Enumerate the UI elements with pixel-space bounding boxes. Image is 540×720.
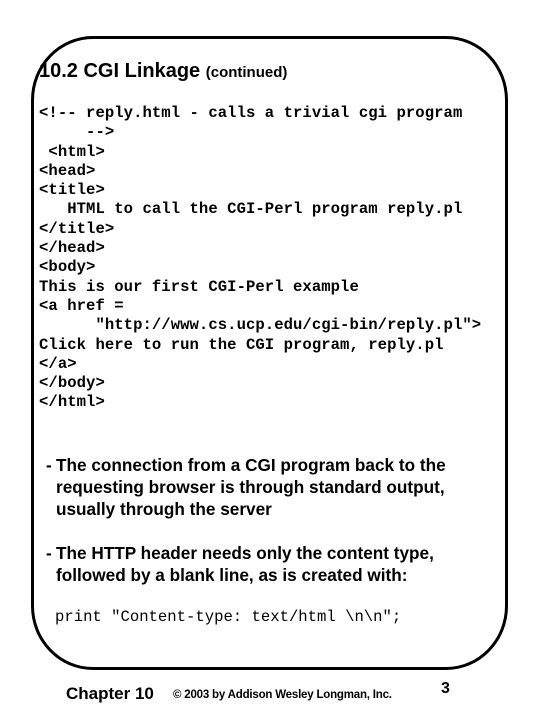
- print-statement-code: print "Content-type: text/html \n\n";: [55, 608, 402, 626]
- code-line: This is our first CGI-Perl example: [39, 277, 359, 296]
- bullet-line: The connection from a CGI program back t…: [56, 455, 446, 475]
- code-listing: <!-- reply.html - calls a trivial cgi pr…: [39, 104, 481, 413]
- bullet-line: requesting browser is through standard o…: [56, 477, 445, 497]
- slide-title-main: 10.2 CGI Linkage: [39, 60, 201, 82]
- bullet-item: - The HTTP header needs only the content…: [46, 542, 506, 586]
- code-line: Click here to run the CGI program, reply…: [39, 335, 444, 354]
- bullet-line: followed by a blank line, as is created …: [56, 565, 408, 585]
- slide-title-suffix: (continued): [205, 64, 288, 81]
- code-line: </head>: [39, 239, 105, 258]
- code-line: <head>: [39, 161, 96, 180]
- code-line: <html>: [39, 142, 105, 161]
- bullet-line: The HTTP header needs only the content t…: [56, 543, 434, 563]
- bullet-dash: -: [46, 455, 52, 475]
- code-line: "http://www.cs.ucp.edu/cgi-bin/reply.pl"…: [39, 316, 482, 335]
- code-line: <!-- reply.html - calls a trivial cgi pr…: [39, 104, 463, 122]
- bullet-line: usually through the server: [56, 499, 272, 519]
- code-line: </title>: [39, 219, 115, 238]
- code-line: <a href =: [39, 296, 124, 315]
- code-line: -->: [39, 123, 115, 142]
- code-line: <body>: [39, 258, 96, 277]
- slide-title: 10.2 CGI Linkage (continued): [39, 57, 287, 87]
- bullet-dash: -: [46, 543, 52, 563]
- code-line: </a>: [39, 354, 77, 373]
- code-line: </body>: [39, 374, 105, 393]
- page-number: 3: [441, 680, 450, 697]
- footer-copyright: © 2003 by Addison Wesley Longman, Inc.: [173, 689, 392, 701]
- bullet-item: - The connection from a CGI program back…: [46, 454, 506, 520]
- code-line: HTML to call the CGI-Perl program reply.…: [39, 200, 463, 219]
- footer-chapter: Chapter 10: [66, 684, 154, 703]
- code-line: </html>: [39, 393, 105, 412]
- code-line: <title>: [39, 181, 105, 200]
